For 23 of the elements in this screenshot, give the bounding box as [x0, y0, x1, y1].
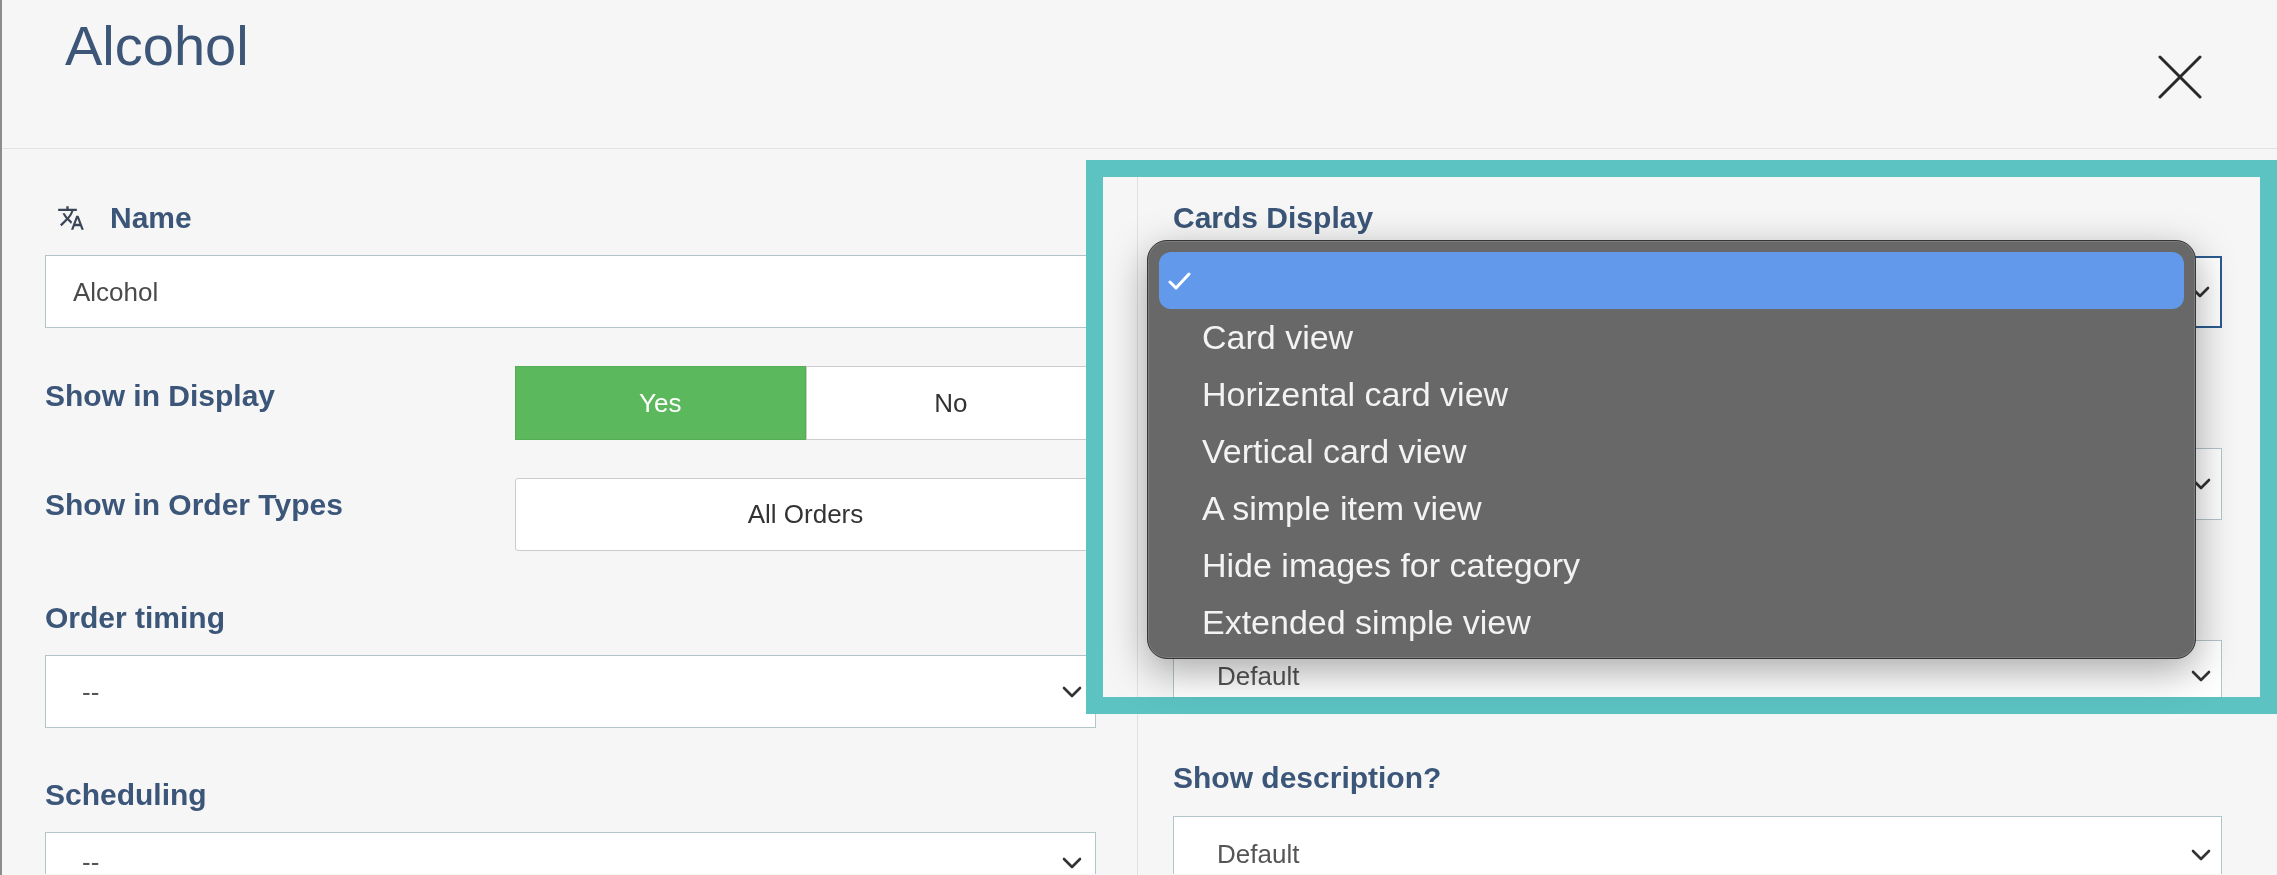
menu-option[interactable]: Hide images for category	[1159, 537, 2184, 594]
field-label: Order timing	[45, 600, 225, 636]
select-field[interactable]: --	[45, 832, 1096, 874]
field-label: Name	[110, 200, 192, 236]
chevron-down-icon	[2191, 670, 2211, 682]
field-label: Show in Order Types	[45, 487, 343, 523]
field-label: Cards Display	[1173, 200, 1374, 236]
menu-option[interactable]: A simple item view	[1159, 480, 2184, 537]
field-label: Show description?	[1173, 760, 1442, 796]
menu-option[interactable]: Card view	[1159, 309, 2184, 366]
menu-option[interactable]: Horizental card view	[1159, 366, 2184, 423]
select-field[interactable]: --	[45, 655, 1096, 728]
check-icon	[1168, 270, 1191, 291]
chevron-down-icon	[2191, 849, 2211, 861]
select-field[interactable]: Default	[1173, 816, 2222, 874]
dialog-title: Alcohol	[65, 14, 249, 78]
chevron-down-icon	[1062, 857, 1082, 869]
menu-option[interactable]: Vertical card view	[1159, 423, 2184, 480]
field-label: Show in Display	[45, 378, 276, 414]
close-button[interactable]	[2158, 55, 2202, 99]
close-icon	[2158, 55, 2202, 99]
chevron-down-icon	[1062, 685, 1082, 698]
field-label: Scheduling	[45, 777, 207, 813]
